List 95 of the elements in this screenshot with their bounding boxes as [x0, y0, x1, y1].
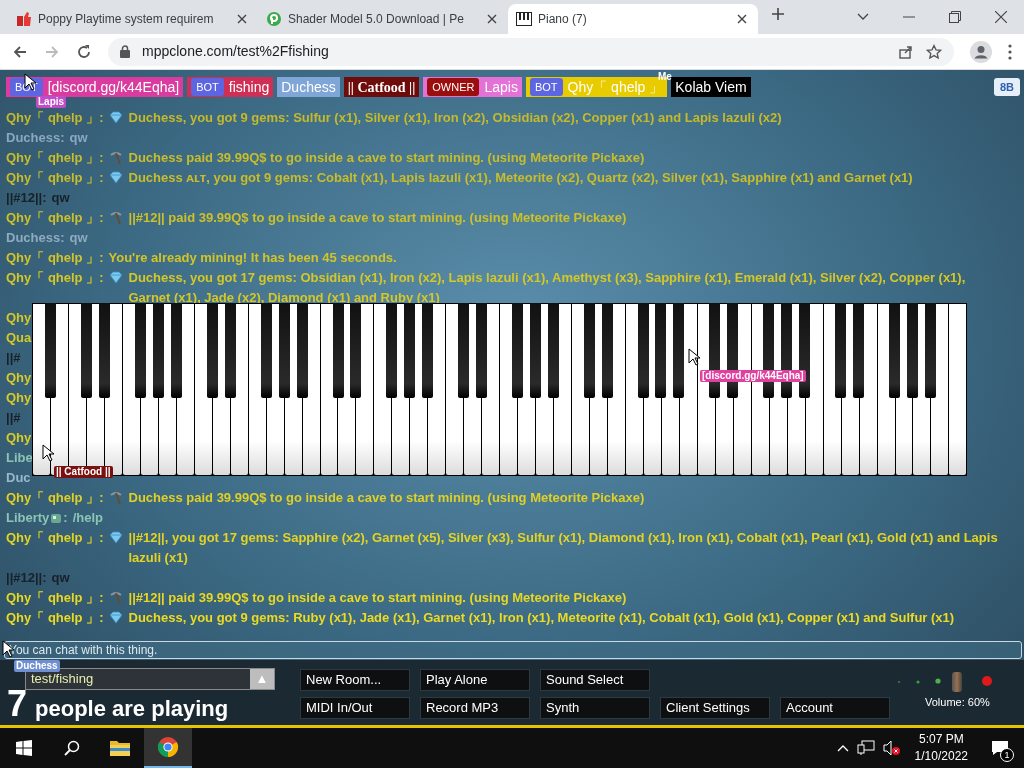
clock[interactable]: 5:07 PM 1/10/2022: [908, 731, 974, 765]
chat-username: ||#12||:: [6, 189, 47, 207]
notification-count: 1: [1000, 748, 1014, 762]
browser-icon[interactable]: [144, 728, 192, 768]
chat-username: Libe: [6, 449, 33, 467]
star-icon[interactable]: [926, 43, 942, 60]
chat-message: Duchess paid 39.99Q$ to go inside a cave to start mining. (using Meteorite Pickaxe): [128, 489, 646, 507]
browser-tab[interactable]: Piano (7): [508, 4, 758, 34]
pickaxe-icon: [108, 491, 123, 505]
chat-message: ||#12|| paid 39.99Q$ to go inside a cave to start mining. (using Meteorite Pickaxe): [128, 589, 628, 607]
player-count: 7: [7, 686, 28, 722]
chat-message: Duchess, you got 9 gems: Sulfur (x1), Silver (x1), Iron (x2), Obsidian (x2), Copper (x1) and Lapis lazuli (x2): [128, 109, 783, 127]
chat-username: Duchess:: [6, 229, 65, 247]
role-tag: BOT: [191, 77, 224, 97]
address-bar[interactable]: mppclone.com/test%2Ffishing: [108, 37, 954, 66]
chat-username: ||#: [6, 349, 21, 367]
chat-username: Qhy「 qhelp 」:: [6, 489, 104, 507]
chat-username: Qhy「 qhelp 」:: [6, 169, 104, 187]
profile-icon[interactable]: [970, 40, 992, 63]
gem-icon: [108, 271, 123, 284]
chat-username: ||#: [6, 409, 21, 427]
reload-icon[interactable]: [76, 43, 92, 60]
thumb-icon: [16, 11, 32, 27]
chat-username: Duc: [6, 469, 31, 487]
cursor-label: Lapis: [36, 96, 67, 108]
notification-button[interactable]: 1: [982, 728, 1018, 768]
chat-username: Qhy「 qhelp 」:: [6, 209, 104, 227]
menu-icon[interactable]: [1008, 43, 1012, 60]
chat-message: qw: [69, 229, 89, 247]
chat-message: qw: [51, 569, 71, 587]
browser-tab[interactable]: Poppy Playtime system requirem: [8, 4, 258, 34]
toolbar-button[interactable]: Record MP3: [420, 697, 530, 719]
chat-username: Qhy「 qhelp 」:: [6, 149, 104, 167]
piano-keyboard-drawing[interactable]: [32, 303, 967, 476]
cursor-label: [discord.gg/k44Eqha]: [700, 370, 806, 382]
toolbar-button[interactable]: Sound Select: [540, 669, 650, 691]
participant-badge[interactable]: || Catfood ||: [343, 77, 420, 97]
cursor-label: || Catfood ||: [54, 466, 113, 478]
chat-message: Duchess paid 39.99Q$ to go inside a cave to start mining. (using Meteorite Pickaxe): [128, 149, 646, 167]
chat-message: ||#12|| paid 39.99Q$ to go inside a cave to start mining. (using Meteorite Pickaxe): [128, 209, 628, 227]
toolbar-button[interactable]: Synth: [540, 697, 650, 719]
chat-input[interactable]: You can chat with this thing.: [4, 641, 1022, 659]
chat-message: /help: [72, 509, 105, 527]
room-selector[interactable]: test/fishing ▲: [25, 668, 275, 690]
gem-icon: [108, 611, 123, 624]
chat-username: Qhy「 qhelp 」:: [6, 269, 104, 287]
chat-username: Qhy「 qhelp 」:: [6, 589, 104, 607]
chevron-up-icon[interactable]: [836, 744, 849, 752]
speaker-muted-icon[interactable]: [882, 740, 901, 756]
chat-message: ||#12||, you got 17 gems: Sapphire (x2), Garnet (x5), Silver (x3), Sulfur (x1), Diamond (x1), Iron (x1), Cobalt (x1), Pearl (x1), Gold (x1) and Lapis lazuli (x1): [128, 529, 999, 567]
toolbar-button[interactable]: Account: [780, 697, 890, 719]
chat-username: Qhy: [6, 389, 32, 407]
volume-reading: Volume: 60%: [925, 695, 990, 710]
player-count-label: people are playing: [35, 697, 229, 721]
chat-username: ||#12||:: [6, 569, 47, 587]
chat-message: Duchess ᴀʟᴛ, you got 9 gems: Cobalt (x1), Lapis lazuli (x1), Meteorite (x2), Quartz (x2), Silver (x1), Sapphire (x1) and Garnet (x1): [128, 169, 914, 187]
chat-message: Qua: [6, 329, 33, 347]
chat-separator: :: [63, 509, 68, 527]
corner-button[interactable]: 8B: [993, 78, 1020, 96]
chat-message: Duchess, you got 9 gems: Ruby (x1), Jade (x1), Garnet (x1), Iron (x1), Meteorite (x1), Cobalt (x1), Gold (x1), Copper (x1) and Sulfur (x1): [128, 609, 956, 627]
gem-icon: [108, 111, 123, 124]
chat-username: Qhy「 qhelp 」:: [6, 529, 104, 547]
toolbar-button[interactable]: Client Settings: [660, 697, 770, 719]
back-icon[interactable]: [12, 43, 28, 60]
gem-icon: [108, 171, 123, 184]
chat-username: Liberty: [6, 509, 50, 527]
participant-badge[interactable]: Kolab Viem: [671, 77, 751, 97]
share-icon[interactable]: [898, 43, 914, 60]
toolbar-button[interactable]: Play Alone: [420, 669, 530, 691]
chat-message: You're already mining! It has been 45 seconds.: [108, 249, 398, 267]
chat-username: Qhy: [6, 309, 32, 327]
browser-tab[interactable]: Shader Model 5.0 Download | Pe: [258, 4, 508, 34]
chat-message: qw: [51, 189, 71, 207]
participant-badge[interactable]: OWNER Lapis: [423, 77, 522, 97]
piano-icon: [516, 11, 532, 27]
pickaxe-icon: [108, 591, 123, 605]
pickaxe-icon: [108, 211, 123, 225]
cursor-label: Duchess: [14, 660, 60, 672]
participant-badge[interactable]: BOT fishing: [187, 77, 274, 97]
circle-logo-icon: [266, 11, 282, 27]
chat-username: Qhy「 qhelp 」:: [6, 249, 104, 267]
toolbar-button[interactable]: MIDI In/Out: [300, 697, 410, 719]
chat-username: Qhy「 qhelp 」:: [6, 109, 104, 127]
chat-username: Duchess:: [6, 129, 65, 147]
lock-icon: [120, 45, 130, 58]
gem-icon: [108, 531, 123, 544]
chat-username: Qhy: [6, 429, 32, 447]
role-tag: OWNER: [427, 77, 480, 97]
chat-username: Qhy「 qhelp 」:: [6, 609, 104, 627]
role-tag: BOT: [529, 77, 563, 97]
chat-message: qw: [69, 129, 89, 147]
pickaxe-icon: [108, 151, 123, 165]
chat-username: Qhy: [6, 369, 32, 387]
toolbar-button[interactable]: New Room...: [300, 669, 410, 691]
network-icon[interactable]: [856, 740, 875, 756]
